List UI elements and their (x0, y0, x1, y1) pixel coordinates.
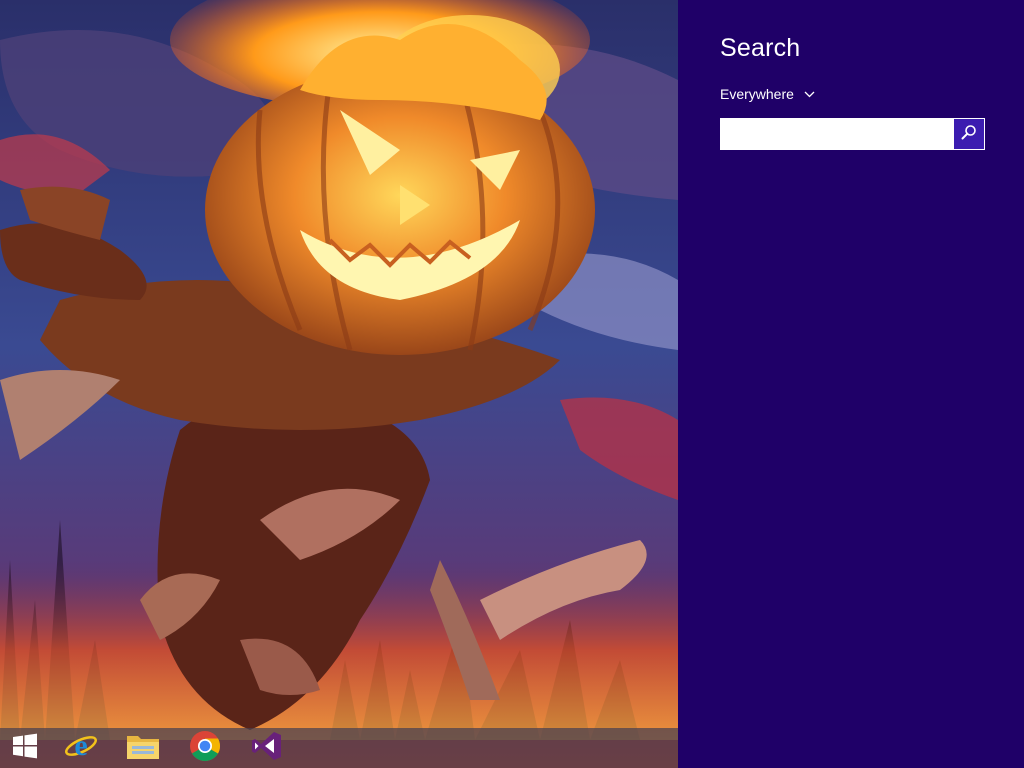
svg-text:e: e (74, 729, 87, 762)
internet-explorer-icon: e (64, 729, 98, 768)
taskbar-visual-studio[interactable] (242, 728, 292, 768)
search-scope-label: Everywhere (720, 86, 794, 102)
taskbar-file-explorer[interactable] (118, 728, 168, 768)
halloween-pumpkin-wallpaper (0, 0, 678, 768)
charm-title: Search (720, 34, 801, 62)
search-box (720, 118, 985, 150)
windows-logo-icon (12, 733, 38, 764)
search-scope-dropdown[interactable]: Everywhere (720, 86, 815, 102)
chrome-icon (189, 730, 221, 767)
visual-studio-icon (251, 730, 283, 767)
desktop-wallpaper (0, 0, 678, 768)
start-button[interactable] (0, 728, 50, 768)
chevron-down-icon (804, 91, 815, 98)
taskbar: e (0, 728, 678, 768)
search-charm-panel: Search Everywhere (678, 0, 1024, 768)
search-button[interactable] (954, 119, 984, 149)
search-input[interactable] (721, 119, 954, 149)
taskbar-chrome[interactable] (180, 728, 230, 768)
magnifier-icon (961, 124, 977, 145)
taskbar-internet-explorer[interactable]: e (56, 728, 106, 768)
folder-icon (126, 731, 160, 766)
